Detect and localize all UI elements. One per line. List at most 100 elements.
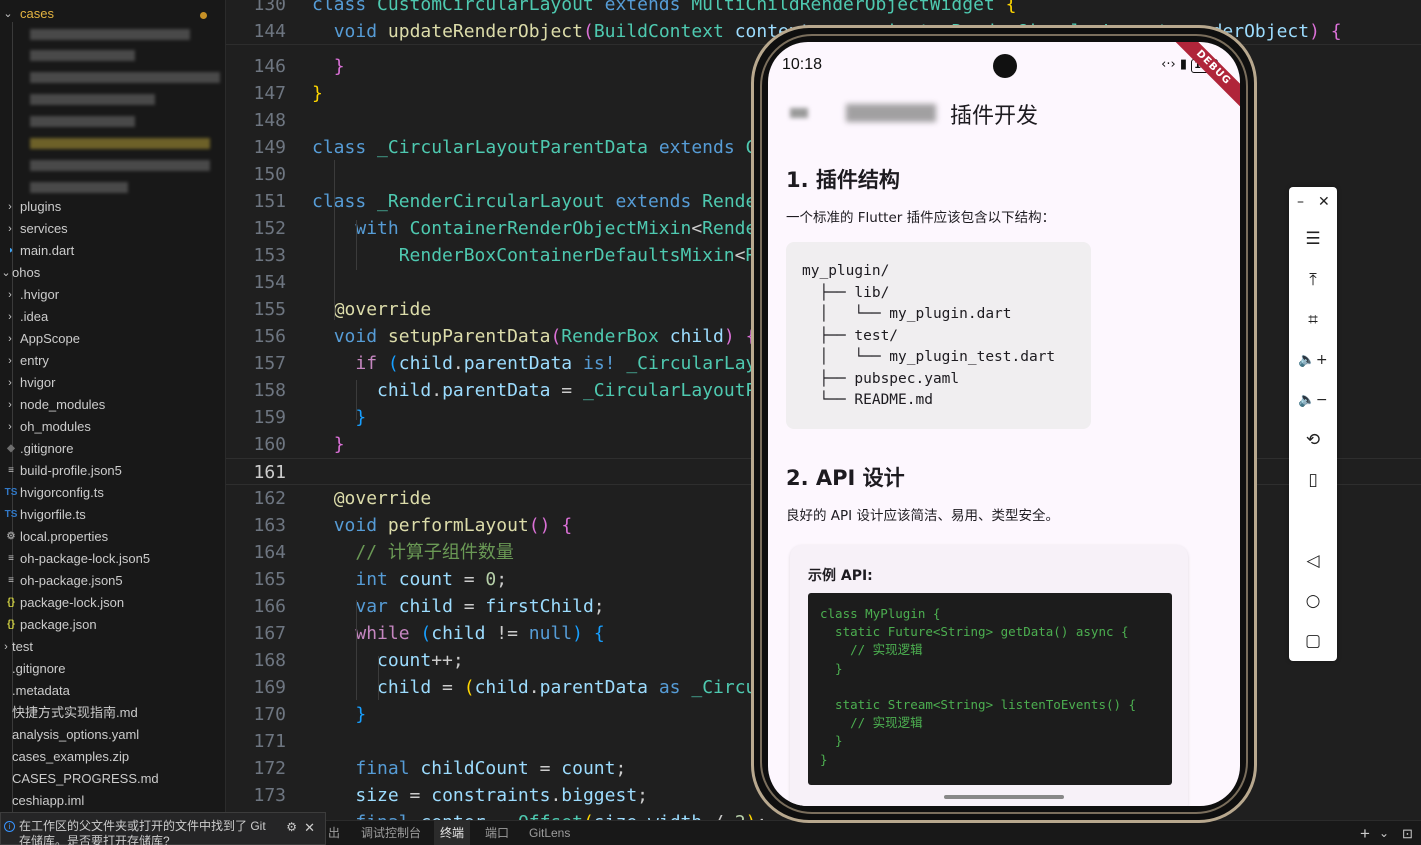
- chevron-right-icon: ›: [8, 333, 12, 345]
- chevron-right-icon: ›: [8, 223, 12, 235]
- chevron-right-icon: ›: [4, 641, 8, 653]
- explorer-item[interactable]: ⚙ local.properties: [0, 526, 225, 548]
- recents-icon[interactable]: ▢: [1289, 624, 1337, 658]
- explorer-item-label: ceshiapp.iml: [12, 793, 85, 808]
- explorer-root-folder[interactable]: ⌄ cases: [0, 3, 225, 25]
- gear-icon[interactable]: ⚙: [286, 820, 297, 835]
- indent-guide: [356, 220, 357, 270]
- indent-guide: [378, 656, 379, 700]
- explorer-item[interactable]: .gitignore: [0, 658, 225, 680]
- explorer-item-label: .hvigor: [20, 287, 60, 302]
- indent-guide: [356, 600, 357, 700]
- code-text: }: [333, 56, 345, 77]
- pin-top-icon[interactable]: ⤒: [1289, 263, 1337, 297]
- line-number: 156: [253, 326, 286, 347]
- explorer-item-label: analysis_options.yaml: [12, 727, 140, 742]
- explorer-root-label: cases: [20, 6, 54, 21]
- chevron-right-icon: ›: [8, 421, 12, 433]
- explorer-item-label: ohos: [12, 265, 41, 280]
- explorer-item[interactable]: › test: [0, 636, 225, 658]
- rotate-icon[interactable]: ⟲: [1289, 423, 1337, 457]
- tab-debug-console[interactable]: 调试控制台: [361, 821, 421, 845]
- json-file-icon: {}: [7, 619, 15, 630]
- explorer-item[interactable]: 快捷方式实现指南.md: [0, 702, 225, 724]
- explorer-item[interactable]: TS hvigorfile.ts: [0, 504, 225, 526]
- tab-output[interactable]: 出: [328, 821, 340, 845]
- explorer-item[interactable]: ≡ oh-package.json5: [0, 570, 225, 592]
- explorer-item[interactable]: TS hvigorconfig.ts: [0, 482, 225, 504]
- explorer-item[interactable]: › entry: [0, 350, 225, 372]
- menu-icon[interactable]: ☰: [1289, 222, 1337, 256]
- explorer-item-label: .metadata: [12, 683, 70, 698]
- explorer-item[interactable]: › services: [0, 218, 225, 240]
- tab-ports[interactable]: 端口: [485, 821, 509, 845]
- code-text: @override: [333, 488, 432, 509]
- chevron-right-icon: ›: [8, 399, 12, 411]
- line-number: 160: [253, 434, 286, 455]
- config-file-icon: ≡: [8, 553, 14, 564]
- home-indicator[interactable]: [944, 795, 1064, 799]
- explorer-item[interactable]: › .hvigor: [0, 284, 225, 306]
- tab-terminal[interactable]: 终端: [434, 821, 471, 845]
- sticky-code-line[interactable]: 130 class CustomCircularLayout extends Mu…: [226, 0, 1421, 18]
- chevron-right-icon: ›: [8, 289, 12, 301]
- crop-icon[interactable]: ⌗: [1289, 303, 1337, 337]
- volume-up-icon[interactable]: 🔈+: [1289, 343, 1337, 377]
- explorer-item[interactable]: CASES_PROGRESS.md: [0, 768, 225, 790]
- explorer-item[interactable]: › hvigor: [0, 372, 225, 394]
- explorer-item[interactable]: {} package-lock.json: [0, 592, 225, 614]
- explorer-item[interactable]: ◗ main.dart: [0, 240, 225, 262]
- explorer-item[interactable]: › .idea: [0, 306, 225, 328]
- close-icon[interactable]: ✕: [304, 820, 315, 835]
- status-bar: 10:18 ‹·› ▮ 100: [768, 42, 1240, 82]
- status-time: 10:18: [782, 56, 823, 73]
- phone-emulator-frame: 10:18 ‹·› ▮ 100 DEBUG 插件开发 1. 插件结构 一个标准的…: [751, 25, 1257, 823]
- phone-screen[interactable]: 10:18 ‹·› ▮ 100 DEBUG 插件开发 1. 插件结构 一个标准的…: [768, 42, 1240, 806]
- line-number: 151: [253, 191, 286, 212]
- terminal-icon[interactable]: ⊡: [1402, 821, 1413, 845]
- line-number: 144: [253, 21, 286, 42]
- indent-guide: [334, 160, 335, 320]
- explorer-item[interactable]: ≡ oh-package-lock.json5: [0, 548, 225, 570]
- explorer-item[interactable]: ◆ .gitignore: [0, 438, 225, 460]
- code-text: size = constraints.biggest;: [355, 785, 648, 806]
- explorer-item[interactable]: › AppScope: [0, 328, 225, 350]
- explorer-item-label: AppScope: [20, 331, 80, 346]
- home-icon[interactable]: ○: [1289, 584, 1337, 618]
- explorer-item-label: test: [12, 639, 33, 654]
- vscode-window: ⌄ cases › plugins › services ◗ main.dart ⌄ ohos…: [0, 0, 1421, 845]
- explorer-item[interactable]: › plugins: [0, 196, 225, 218]
- explorer-item[interactable]: cases_examples.zip: [0, 746, 225, 768]
- close-icon[interactable]: ✕: [1318, 191, 1330, 213]
- explorer-item-label: node_modules: [20, 397, 106, 412]
- explorer-item[interactable]: ≡ build-profile.json5: [0, 460, 225, 482]
- add-terminal-icon[interactable]: +: [1360, 821, 1370, 845]
- volume-down-icon[interactable]: 🔈−: [1289, 383, 1337, 417]
- explorer-item[interactable]: .metadata: [0, 680, 225, 702]
- minimize-icon[interactable]: –: [1297, 191, 1304, 213]
- chevron-right-icon: ›: [8, 377, 12, 389]
- line-number: 148: [253, 110, 286, 131]
- config-file-icon: ≡: [8, 575, 14, 586]
- scroll-content[interactable]: 1. 插件结构 一个标准的 Flutter 插件应该包含以下结构： my_plu…: [768, 142, 1240, 806]
- camera-cutout: [993, 54, 1017, 78]
- info-icon: i: [4, 821, 15, 832]
- redacted-item: [30, 160, 210, 171]
- line-number: 155: [253, 299, 286, 320]
- section-title-structure: 1. 插件结构: [786, 168, 900, 192]
- explorer-item[interactable]: {} package.json: [0, 614, 225, 636]
- back-arrow-icon[interactable]: [790, 108, 808, 118]
- status-glyphs: ‹·› ▮: [1161, 57, 1187, 72]
- explorer-item[interactable]: › oh_modules: [0, 416, 225, 438]
- tab-gitlens[interactable]: GitLens: [529, 821, 570, 845]
- chevron-down-icon[interactable]: ⌄: [1379, 821, 1389, 845]
- explorer-item[interactable]: analysis_options.yaml: [0, 724, 225, 746]
- plugin-tree-text: my_plugin/ ├── lib/ │ └── my_plugin.dart…: [802, 263, 1056, 408]
- explorer-item[interactable]: ⌄ ohos: [0, 262, 225, 284]
- explorer-item[interactable]: › node_modules: [0, 394, 225, 416]
- gear-icon: ⚙: [6, 531, 16, 542]
- explorer-item[interactable]: ceshiapp.iml: [0, 790, 225, 812]
- fold-icon[interactable]: ▯: [1289, 463, 1337, 497]
- back-icon[interactable]: ◁: [1289, 544, 1337, 578]
- chevron-right-icon: ›: [8, 311, 12, 323]
